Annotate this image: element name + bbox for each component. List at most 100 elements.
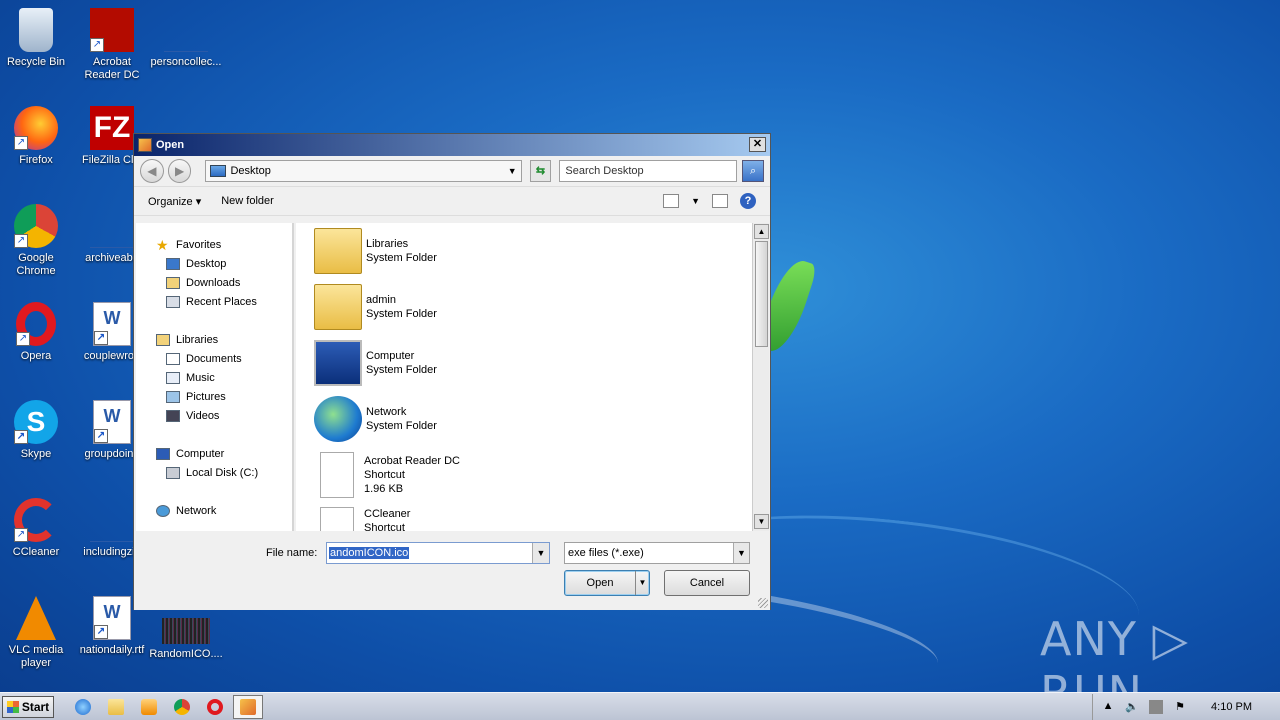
cancel-button[interactable]: Cancel bbox=[664, 570, 750, 596]
computer-icon bbox=[314, 340, 362, 386]
vlc-icon bbox=[16, 596, 56, 640]
open-dialog: Open ✕ ◀ ▶ Desktop ▼ ⇆ Search Desktop ⌕ … bbox=[133, 133, 771, 610]
media-player-icon bbox=[141, 698, 157, 715]
navigation-bar: ◀ ▶ Desktop ▼ ⇆ Search Desktop ⌕ bbox=[134, 156, 770, 186]
taskbar-chrome-button[interactable] bbox=[167, 695, 197, 719]
network-icon bbox=[156, 504, 170, 517]
file-item-admin[interactable]: admin System Folder bbox=[296, 279, 752, 335]
dialog-titlebar[interactable]: Open ✕ bbox=[134, 134, 770, 156]
forward-button[interactable]: ▶ bbox=[167, 159, 192, 183]
clock[interactable]: 4:10 PM bbox=[1211, 701, 1252, 713]
desktop-icon-vlc[interactable]: VLC media player bbox=[0, 596, 74, 670]
file-type-select[interactable]: exe files (*.exe) ▼ bbox=[564, 542, 750, 564]
libraries-folder-icon bbox=[156, 333, 170, 346]
file-item-libraries[interactable]: Libraries System Folder bbox=[296, 223, 752, 279]
pictures-icon bbox=[166, 390, 180, 403]
scroll-up-icon[interactable]: ▲ bbox=[754, 224, 769, 239]
chevron-down-icon[interactable]: ▼ bbox=[508, 166, 517, 176]
new-folder-button[interactable]: New folder bbox=[221, 195, 274, 207]
file-item-network[interactable]: Network System Folder bbox=[296, 391, 752, 447]
address-bar[interactable]: Desktop ▼ bbox=[205, 160, 522, 182]
volume-icon[interactable]: 🔈 bbox=[1125, 700, 1139, 714]
drive-icon bbox=[166, 466, 180, 479]
desktop-icon-recycle-bin[interactable]: Recycle Bin bbox=[0, 8, 74, 69]
file-item-acrobat[interactable]: Acrobat Reader DC Shortcut 1.96 KB bbox=[296, 447, 752, 503]
organize-button[interactable]: Organize ▾ bbox=[148, 195, 201, 208]
nav-local-disk[interactable]: Local Disk (C:) bbox=[136, 463, 292, 482]
file-item-computer[interactable]: Computer System Folder bbox=[296, 335, 752, 391]
nav-computer[interactable]: Computer bbox=[136, 444, 292, 463]
taskbar: Start ▲ 🔈 ⚑ 4:10 PM bbox=[0, 692, 1280, 720]
file-name-input[interactable]: andomICON.ico bbox=[326, 542, 550, 564]
downloads-folder-icon bbox=[166, 276, 180, 289]
music-icon bbox=[166, 371, 180, 384]
preview-pane-icon[interactable] bbox=[712, 194, 728, 208]
network-status-icon[interactable] bbox=[1149, 699, 1164, 714]
network-icon bbox=[314, 396, 362, 442]
scroll-down-icon[interactable]: ▼ bbox=[754, 514, 769, 529]
open-button[interactable]: Open ▼ bbox=[564, 570, 650, 596]
documents-icon bbox=[166, 352, 180, 365]
file-name-dropdown-icon[interactable]: ▼ bbox=[532, 543, 549, 563]
nav-recent-places[interactable]: Recent Places bbox=[136, 292, 292, 311]
desktop-icon-opera[interactable]: ↗ Opera bbox=[0, 302, 74, 363]
taskbar-ie-button[interactable] bbox=[68, 695, 98, 719]
resize-grip-icon[interactable] bbox=[758, 598, 768, 608]
desktop-icon-ccleaner[interactable]: ↗ CCleaner bbox=[0, 498, 74, 559]
word-doc-icon: W ↗ bbox=[93, 302, 131, 346]
desktop-icon-skype[interactable]: S ↗ Skype bbox=[0, 400, 74, 461]
view-options-chevron-icon[interactable]: ▼ bbox=[691, 196, 700, 206]
file-item-ccleaner[interactable]: CCleaner Shortcut bbox=[296, 503, 752, 531]
app-icon bbox=[240, 698, 256, 715]
recycle-bin-icon bbox=[19, 8, 53, 52]
file-icon bbox=[90, 204, 134, 248]
help-icon[interactable]: ? bbox=[740, 193, 756, 209]
filezilla-icon: FZ bbox=[90, 106, 134, 150]
libraries-folder-icon bbox=[314, 228, 362, 274]
desktop-icon-acrobat[interactable]: ↗ Acrobat Reader DC bbox=[74, 8, 150, 82]
word-doc-icon: W ↗ bbox=[93, 400, 131, 444]
file-list: Libraries System Folder admin System Folde… bbox=[296, 223, 752, 531]
folder-icon bbox=[108, 698, 124, 715]
desktop-icon-personcollec[interactable]: personcollec... bbox=[148, 8, 224, 69]
nav-libraries[interactable]: Libraries bbox=[136, 330, 292, 349]
open-options-chevron-icon[interactable]: ▼ bbox=[635, 571, 649, 595]
close-button[interactable]: ✕ bbox=[749, 137, 766, 152]
file-name-label: File name: bbox=[266, 547, 318, 559]
address-text: Desktop bbox=[230, 165, 271, 177]
scrollbar-thumb[interactable] bbox=[755, 241, 768, 347]
opera-icon bbox=[207, 698, 223, 715]
chrome-icon: ↗ bbox=[14, 204, 58, 248]
nav-downloads[interactable]: Downloads bbox=[136, 273, 292, 292]
file-icon bbox=[164, 8, 208, 52]
nav-favorites[interactable]: ★ Favorites bbox=[136, 235, 292, 254]
nav-pictures[interactable]: Pictures bbox=[136, 387, 292, 406]
dialog-title: Open bbox=[156, 139, 185, 151]
nav-documents[interactable]: Documents bbox=[136, 349, 292, 368]
action-center-flag-icon[interactable]: ⚑ bbox=[1173, 700, 1187, 714]
nav-music[interactable]: Music bbox=[136, 368, 292, 387]
file-type-value: exe files (*.exe) bbox=[568, 547, 644, 559]
search-icon[interactable]: ⌕ bbox=[742, 160, 764, 182]
start-button[interactable]: Start bbox=[2, 695, 54, 718]
file-icon bbox=[90, 498, 134, 542]
skype-icon: S ↗ bbox=[14, 400, 58, 444]
nav-videos[interactable]: Videos bbox=[136, 406, 292, 425]
back-button[interactable]: ◀ bbox=[140, 159, 164, 183]
recent-places-icon bbox=[166, 295, 180, 308]
taskbar-opera-button[interactable] bbox=[200, 695, 230, 719]
taskbar-explorer-button[interactable] bbox=[101, 695, 131, 719]
desktop-icon-chrome[interactable]: ↗ Google Chrome bbox=[0, 204, 74, 278]
nav-network[interactable]: Network bbox=[136, 501, 292, 520]
change-view-icon[interactable] bbox=[663, 194, 680, 208]
taskbar-media-player-button[interactable] bbox=[134, 695, 164, 719]
refresh-button[interactable]: ⇆ bbox=[529, 160, 552, 182]
chevron-down-icon[interactable]: ▼ bbox=[733, 543, 749, 563]
nav-desktop[interactable]: Desktop bbox=[136, 254, 292, 273]
file-list-scrollbar[interactable]: ▲ ▼ bbox=[752, 223, 769, 531]
desktop-icon-firefox[interactable]: ↗ Firefox bbox=[0, 106, 74, 167]
search-input[interactable]: Search Desktop bbox=[559, 160, 738, 182]
image-icon bbox=[162, 618, 210, 644]
taskbar-active-app-button[interactable] bbox=[233, 694, 263, 719]
show-hidden-icons-icon[interactable]: ▲ bbox=[1101, 700, 1115, 714]
